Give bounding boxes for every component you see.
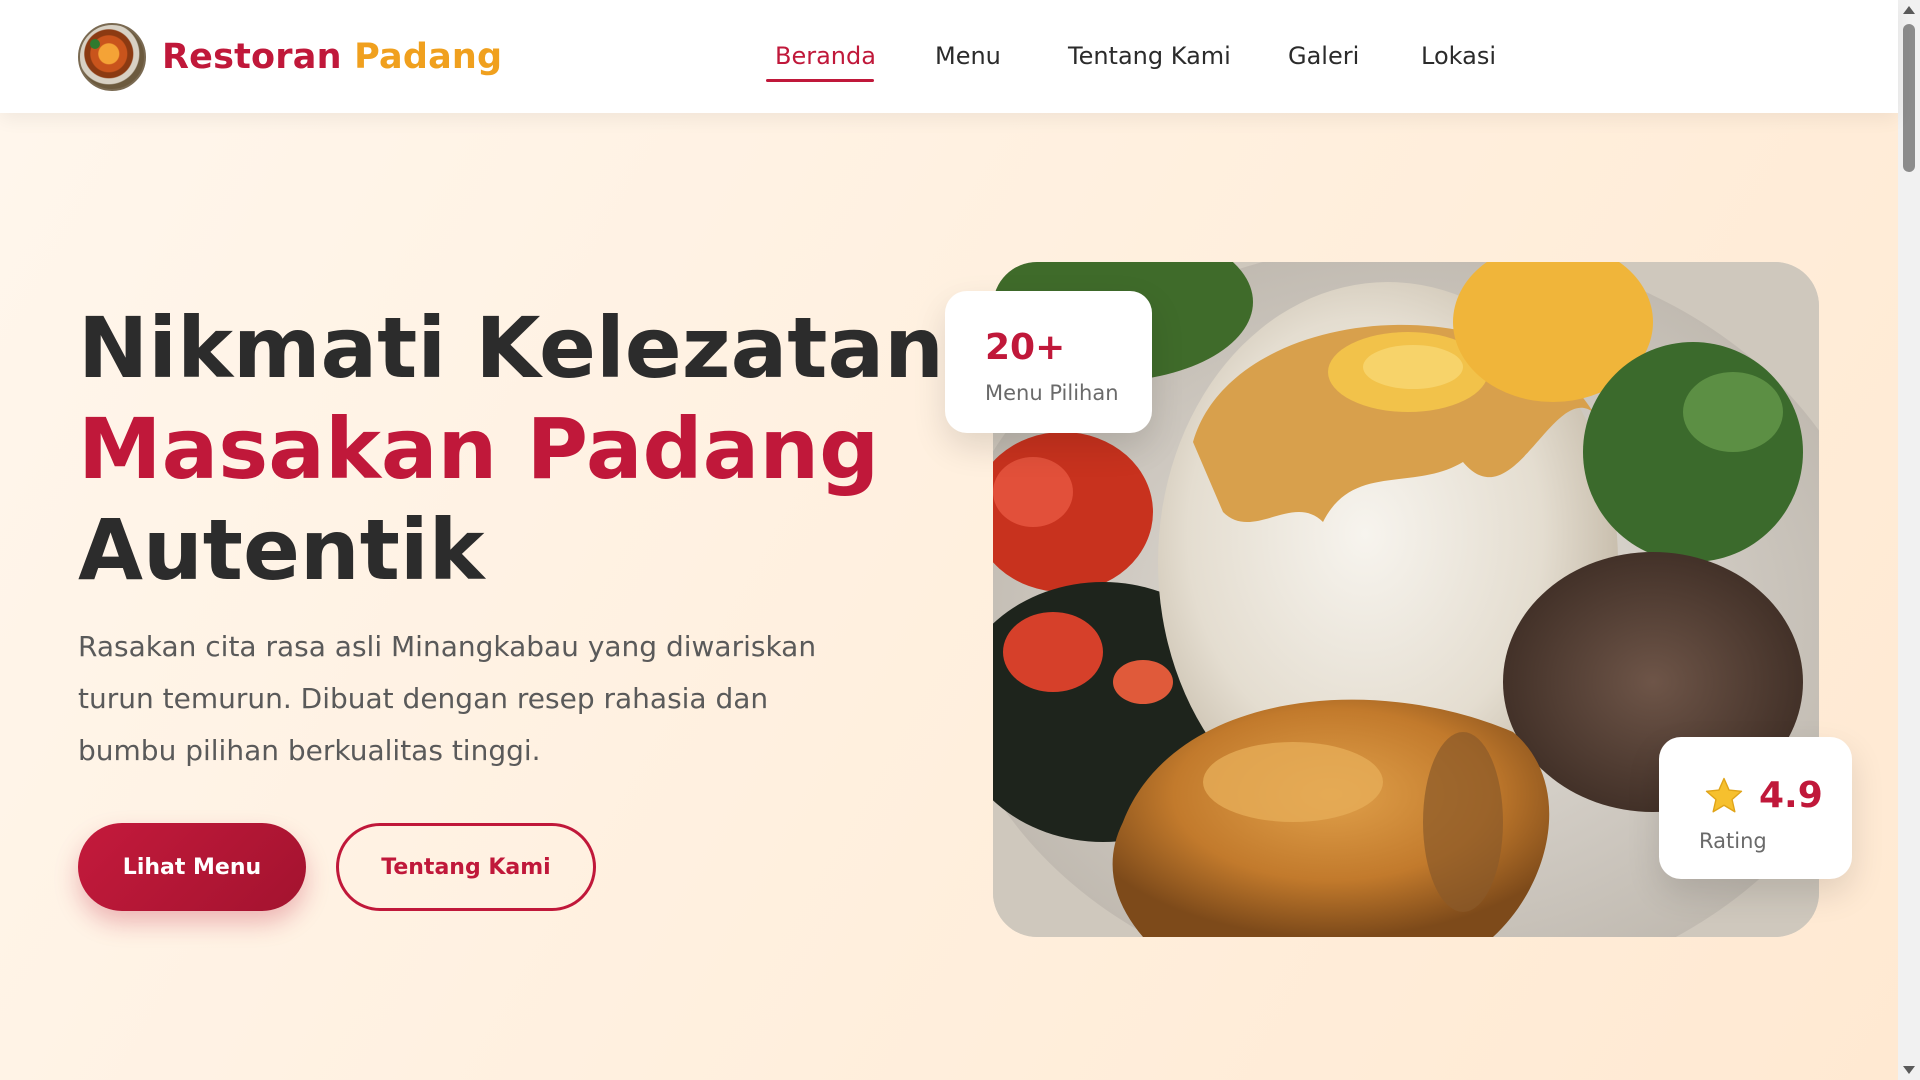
scroll-down-arrow-icon[interactable] — [1903, 1066, 1915, 1074]
nav-item-lokasi[interactable]: Lokasi — [1421, 42, 1496, 70]
page-scrollbar[interactable] — [1898, 0, 1920, 1080]
rating-card: 4.9 Rating — [1659, 737, 1852, 879]
nav-item-menu[interactable]: Menu — [935, 42, 1001, 70]
menu-count-card: 20+ Menu Pilihan — [945, 291, 1152, 433]
hero-title: Nikmati Kelezatan Masakan Padang Autenti… — [78, 298, 944, 601]
site-header: Restoran Padang Beranda Menu Tentang Kam… — [0, 0, 1898, 113]
hero-title-line1: Nikmati Kelezatan — [78, 299, 944, 397]
rating-value: 4.9 — [1759, 775, 1823, 816]
nav-item-tentang-kami[interactable]: Tentang Kami — [1068, 42, 1231, 70]
scrollbar-thumb[interactable] — [1903, 24, 1915, 172]
view-menu-button[interactable]: Lihat Menu — [78, 823, 306, 911]
rating-label: Rating — [1699, 829, 1767, 853]
menu-count-value: 20+ — [985, 327, 1066, 368]
scroll-up-arrow-icon[interactable] — [1903, 6, 1915, 14]
nav-item-galeri[interactable]: Galeri — [1288, 42, 1359, 70]
main-nav: Beranda Menu Tentang Kami Galeri Lokasi — [0, 42, 1898, 82]
hero-section: Nikmati Kelezatan Masakan Padang Autenti… — [0, 113, 1898, 1080]
hero-title-line2: Masakan Padang — [78, 400, 880, 498]
active-nav-indicator — [766, 79, 874, 82]
about-us-button[interactable]: Tentang Kami — [336, 823, 596, 911]
nav-item-beranda[interactable]: Beranda — [775, 42, 876, 70]
star-icon — [1705, 777, 1743, 813]
menu-count-label: Menu Pilihan — [985, 381, 1119, 405]
hero-description: Rasakan cita rasa asli Minangkabau yang … — [78, 630, 817, 767]
hero-title-line3: Autentik — [78, 501, 485, 599]
